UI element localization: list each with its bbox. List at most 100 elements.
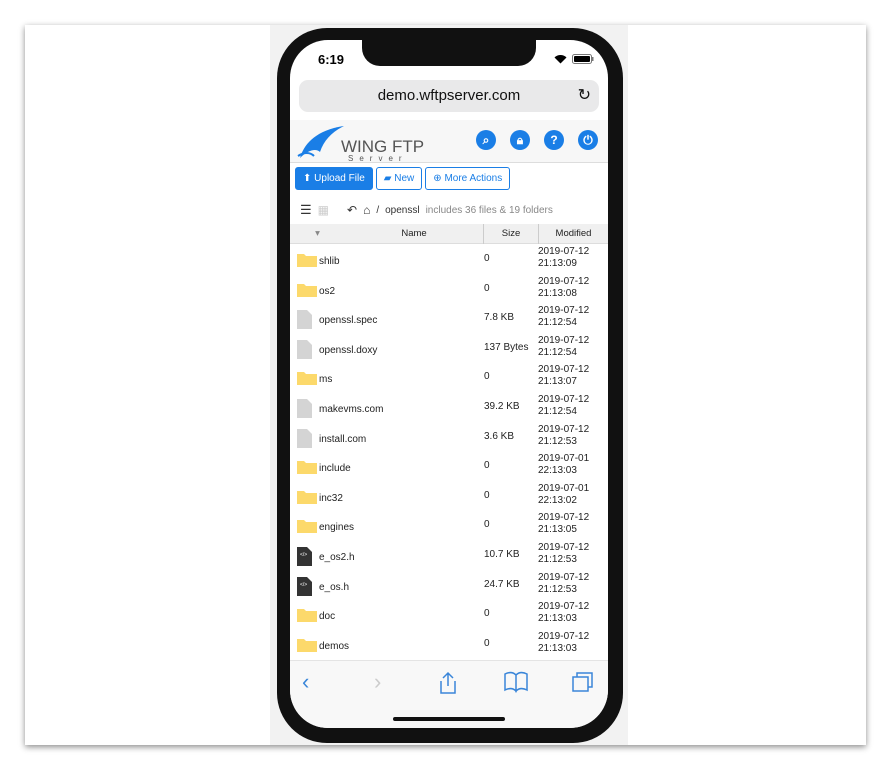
folder-icon xyxy=(297,281,317,300)
modified-date: 2019-07-01 xyxy=(538,482,590,494)
home-icon[interactable]: ⌂ xyxy=(363,203,370,217)
status-icons xyxy=(554,54,594,64)
table-row[interactable]: inc32 0 2019-07-01 22:13:02 xyxy=(290,482,608,512)
modified-time: 21:12:53 xyxy=(538,583,577,595)
status-time: 6:19 xyxy=(318,52,345,67)
file-name[interactable]: e_os.h xyxy=(319,582,349,593)
file-modified: 2019-07-12 21:12:53 xyxy=(538,424,589,448)
folder-icon xyxy=(297,636,317,655)
file-size: 0 xyxy=(484,489,490,501)
table-row[interactable]: </> e_os2.h 10.7 KB 2019-07-12 21:12:53 xyxy=(290,541,608,571)
table-row[interactable]: doc 0 2019-07-12 21:13:03 xyxy=(290,600,608,630)
power-icon[interactable]: ⏻ xyxy=(578,130,598,150)
sort-icon[interactable]: ▾ xyxy=(290,224,345,244)
file-size: 0 xyxy=(484,371,490,383)
share-icon[interactable] xyxy=(438,671,458,701)
tabs-icon[interactable] xyxy=(571,671,595,699)
table-header: ▾ Name Size Modified xyxy=(290,224,608,244)
file-name[interactable]: ms xyxy=(319,374,332,385)
file-icon xyxy=(297,339,312,362)
app-header: WING FTP Server ⌕ 🔒︎ ? ⏻ xyxy=(290,120,608,163)
folder-icon xyxy=(297,251,317,270)
lock-icon[interactable]: 🔒︎ xyxy=(510,130,530,150)
folder-icon xyxy=(297,606,317,625)
modified-date: 2019-07-12 xyxy=(538,246,590,257)
file-name[interactable]: demos xyxy=(319,641,349,652)
table-row[interactable]: install.com 3.6 KB 2019-07-12 21:12:53 xyxy=(290,423,608,453)
back-icon[interactable]: ↶ xyxy=(347,203,357,217)
table-row[interactable]: os2 0 2019-07-12 21:13:08 xyxy=(290,275,608,305)
table-row[interactable]: ms 0 2019-07-12 21:13:07 xyxy=(290,363,608,393)
table-row[interactable]: openssl.doxy 137 Bytes 2019-07-12 21:12:54 xyxy=(290,334,608,364)
file-name[interactable]: engines xyxy=(319,522,354,533)
file-name[interactable]: e_os2.h xyxy=(319,552,355,563)
file-size: 39.2 KB xyxy=(484,400,520,412)
column-name[interactable]: Name xyxy=(345,224,483,244)
upload-label: Upload File xyxy=(314,173,365,184)
new-button[interactable]: ▰ New xyxy=(375,167,423,190)
file-modified: 2019-07-01 22:13:02 xyxy=(538,483,589,507)
file-size: 3.6 KB xyxy=(484,430,515,442)
file-name[interactable]: inc32 xyxy=(319,493,343,504)
modified-date: 2019-07-12 xyxy=(538,601,590,613)
modified-date: 2019-07-12 xyxy=(538,275,590,287)
file-size: 10.7 KB xyxy=(484,548,520,560)
svg-text:Server: Server xyxy=(348,154,408,162)
file-name[interactable]: include xyxy=(319,463,351,474)
forward-arrow-icon[interactable]: › xyxy=(374,669,381,695)
file-modified: 2019-07-12 21:13:05 xyxy=(538,512,589,536)
upload-file-button[interactable]: ⬆ Upload File xyxy=(295,167,373,190)
file-name[interactable]: doc xyxy=(319,611,335,622)
grid-view-icon[interactable]: ▦ xyxy=(318,203,329,217)
table-row[interactable]: makevms.com 39.2 KB 2019-07-12 21:12:54 xyxy=(290,393,608,423)
plus-circle-icon: ⊕ xyxy=(433,173,442,184)
search-icon[interactable]: ⌕ xyxy=(476,130,496,150)
column-modified[interactable]: Modified xyxy=(538,224,608,244)
reload-icon[interactable]: ↻ xyxy=(578,80,591,112)
back-arrow-icon[interactable]: ‹ xyxy=(302,669,309,695)
file-modified: 2019-07-12 21:13:07 xyxy=(538,364,589,388)
phone-screen: 6:19 demo.wftpserver.com ↻ WING FTP Serv… xyxy=(290,40,608,728)
wing-ftp-logo: WING FTP Server xyxy=(296,122,426,167)
list-view-icon[interactable]: ☰ xyxy=(300,202,312,218)
file-icon xyxy=(297,398,312,421)
breadcrumb-folder[interactable]: openssl xyxy=(385,205,419,216)
table-row[interactable]: engines 0 2019-07-12 21:13:05 xyxy=(290,511,608,541)
file-modified: 2019-07-12 21:12:54 xyxy=(538,335,589,359)
table-row[interactable]: </> e_os.h 24.7 KB 2019-07-12 21:12:53 xyxy=(290,571,608,601)
modified-time: 22:13:03 xyxy=(538,465,577,477)
modified-date: 2019-07-12 xyxy=(538,541,590,553)
svg-text:</>: </> xyxy=(300,582,307,588)
table-row[interactable]: include 0 2019-07-01 22:13:03 xyxy=(290,452,608,482)
breadcrumb-separator: / xyxy=(376,204,380,216)
file-name[interactable]: openssl.doxy xyxy=(319,345,377,356)
table-row[interactable]: demos 0 2019-07-12 21:13:03 xyxy=(290,630,608,660)
file-name[interactable]: install.com xyxy=(319,434,366,445)
table-row[interactable]: openssl.spec 7.8 KB 2019-07-12 21:12:54 xyxy=(290,304,608,334)
file-size: 0 xyxy=(484,460,490,472)
help-icon[interactable]: ? xyxy=(544,130,564,150)
modified-date: 2019-07-12 xyxy=(538,393,590,405)
file-size: 0 xyxy=(484,608,490,620)
column-size[interactable]: Size xyxy=(483,224,538,244)
more-label: More Actions xyxy=(444,173,503,184)
modified-time: 21:13:05 xyxy=(538,524,577,536)
table-row[interactable]: shlib 0 2019-07-12 21:13:09 xyxy=(290,245,608,275)
file-name[interactable]: os2 xyxy=(319,286,335,297)
file-name[interactable]: makevms.com xyxy=(319,404,383,415)
modified-time: 21:13:09 xyxy=(538,258,577,269)
file-name[interactable]: openssl.spec xyxy=(319,315,377,326)
file-modified: 2019-07-12 21:13:03 xyxy=(538,601,589,625)
modified-time: 21:13:03 xyxy=(538,613,577,625)
folder-info: includes 36 files & 19 folders xyxy=(425,204,553,216)
modified-date: 2019-07-12 xyxy=(538,305,590,317)
modified-time: 22:13:02 xyxy=(538,494,577,506)
more-actions-button[interactable]: ⊕ More Actions xyxy=(425,167,511,190)
upload-icon: ⬆ xyxy=(303,173,312,184)
url-text: demo.wftpserver.com xyxy=(377,87,521,104)
folder-icon xyxy=(297,517,317,536)
file-name[interactable]: shlib xyxy=(319,256,340,267)
modified-date: 2019-07-12 xyxy=(538,512,590,524)
address-bar[interactable]: demo.wftpserver.com ↻ xyxy=(299,80,599,112)
bookmarks-icon[interactable] xyxy=(503,671,529,699)
